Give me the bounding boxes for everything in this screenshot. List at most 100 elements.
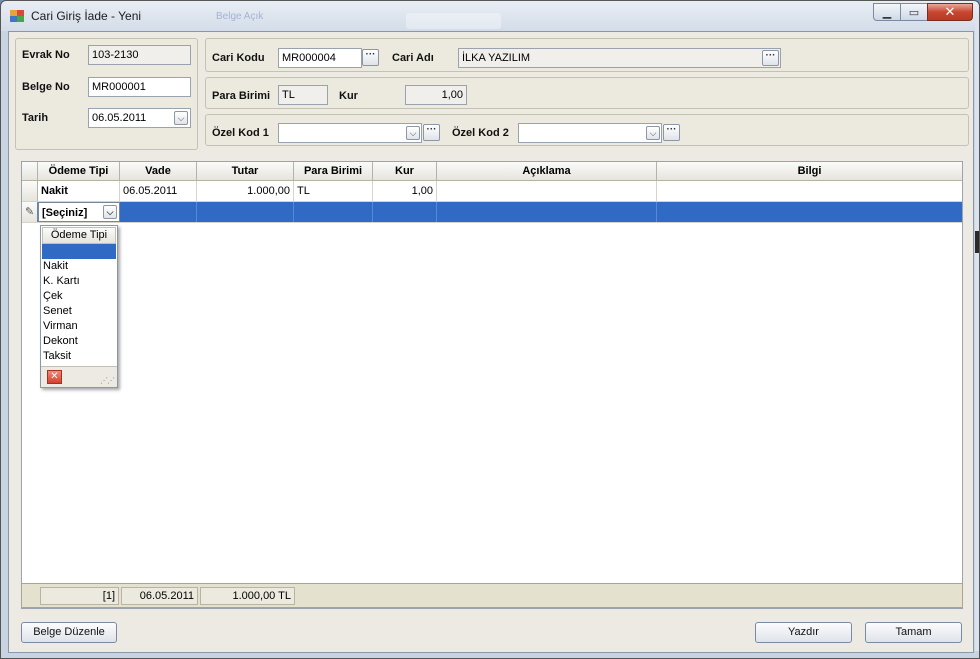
resize-grip-icon[interactable]: ⋰⋰ [100, 376, 115, 385]
chevron-down-icon: ⌵ [177, 113, 185, 123]
close-icon: ✕ [944, 4, 956, 19]
right-edge-marker [975, 231, 979, 253]
belge-no-field[interactable]: MR000001 [88, 77, 191, 97]
col-aciklama[interactable]: Açıklama [437, 162, 657, 180]
minimize-button[interactable]: ▁ [873, 3, 901, 21]
summary-vade: 06.05.2011 [121, 587, 198, 605]
cell-para-birimi-edit[interactable] [294, 202, 373, 222]
evrak-no-label: Evrak No [22, 49, 70, 61]
special-code-panel: Özel Kod 1 ⌵ ··· Özel Kod 2 ⌵ ··· [205, 114, 969, 146]
cell-tutar-edit[interactable] [197, 202, 294, 222]
chevron-down-icon: ⌵ [409, 128, 417, 138]
dropdown-header: Ödeme Tipi [42, 227, 116, 244]
cell-odeme-tipi[interactable]: Nakit [38, 181, 120, 201]
cell-vade-edit[interactable] [120, 202, 197, 222]
window-title: Cari Giriş İade - Yeni [31, 9, 142, 23]
row-indicator-header [22, 162, 38, 180]
client-area: Evrak No 103-2130 Belge No MR000001 Tari… [8, 31, 974, 653]
tarih-dropdown-button[interactable]: ⌵ [174, 111, 188, 125]
app-icon [10, 10, 24, 22]
dropdown-footer: ✕ ⋰⋰ [41, 366, 117, 387]
dropdown-item-dekont[interactable]: Dekont [43, 334, 78, 349]
col-para-birimi[interactable]: Para Birimi [294, 162, 373, 180]
dropdown-item-virman[interactable]: Virman [43, 319, 78, 334]
col-tutar[interactable]: Tutar [197, 162, 294, 180]
summary-bar: [1] 06.05.2011 1.000,00 TL [21, 583, 963, 608]
ozel-kod-2-combo[interactable]: ⌵ [518, 123, 662, 143]
dropdown-item-cek[interactable]: Çek [43, 289, 63, 304]
cari-panel: Cari Kodu MR000004 ··· Cari Adı İLKA YAZ… [205, 38, 969, 72]
kur-field: 1,00 [405, 85, 467, 105]
ozel-kod-2-label: Özel Kod 2 [452, 127, 509, 139]
maximize-button[interactable]: ▭ [900, 3, 928, 21]
ozel-kod-2-browse-button[interactable]: ··· [663, 124, 680, 141]
cell-vade[interactable]: 06.05.2011 [120, 181, 197, 201]
close-button[interactable]: ✕ [927, 3, 973, 21]
payment-grid[interactable]: Ödeme Tipi Vade Tutar Para Birimi Kur Aç… [21, 161, 963, 609]
para-birimi-field: TL [278, 85, 328, 105]
chevron-down-icon: ⌵ [106, 207, 114, 217]
summary-count: [1] [40, 587, 119, 605]
title-bar[interactable]: Cari Giriş İade - Yeni Belge Açık ▁ ▭ ✕ [1, 1, 979, 31]
tamam-button[interactable]: Tamam [865, 622, 962, 643]
dropdown-clear-button[interactable]: ✕ [47, 370, 62, 384]
cell-aciklama-edit[interactable] [437, 202, 657, 222]
ellipsis-icon: ··· [426, 124, 437, 135]
table-row[interactable]: Nakit 06.05.2011 1.000,00 TL 1,00 [22, 181, 962, 202]
evrak-no-field: 103-2130 [88, 45, 191, 65]
col-kur[interactable]: Kur [373, 162, 437, 180]
row-indicator-edit: ✎ [22, 202, 38, 222]
chevron-down-icon: ⌵ [649, 128, 657, 138]
belge-duzenle-button[interactable]: Belge Düzenle [21, 622, 117, 643]
ellipsis-icon: ··· [765, 50, 776, 61]
row-indicator [22, 181, 38, 201]
odeme-tipi-dropdown: Ödeme Tipi Nakit K. Kartı Çek Senet Virm… [40, 225, 118, 388]
ellipsis-icon: ··· [365, 49, 376, 60]
summary-tutar: 1.000,00 TL [200, 587, 295, 605]
col-vade[interactable]: Vade [120, 162, 197, 180]
cari-kodu-browse-button[interactable]: ··· [362, 49, 379, 66]
cell-kur-edit[interactable] [373, 202, 437, 222]
dropdown-item-nakit[interactable]: Nakit [43, 259, 68, 274]
ozel-kod-1-dropdown-button[interactable]: ⌵ [406, 126, 420, 140]
cell-bilgi[interactable] [657, 181, 962, 201]
cari-kodu-label: Cari Kodu [212, 52, 265, 64]
cari-adi-browse-button[interactable]: ··· [762, 50, 779, 66]
pencil-icon: ✎ [25, 206, 35, 218]
close-icon: ✕ [50, 371, 59, 382]
cell-kur[interactable]: 1,00 [373, 181, 437, 201]
dropdown-empty-item[interactable] [42, 244, 116, 259]
ozel-kod-2-dropdown-button[interactable]: ⌵ [646, 126, 660, 140]
odeme-tipi-dropdown-button[interactable]: ⌵ [103, 205, 117, 219]
background-window-text: Belge Açık [216, 11, 264, 22]
tarih-value: 06.05.2011 [92, 112, 147, 124]
right-edge-bar [975, 21, 979, 651]
cell-tutar[interactable]: 1.000,00 [197, 181, 294, 201]
dropdown-item-senet[interactable]: Senet [43, 304, 72, 319]
cari-kodu-field[interactable]: MR000004 [278, 48, 362, 68]
tarih-date-picker[interactable]: 06.05.2011 ⌵ [88, 108, 191, 128]
cari-adi-label: Cari Adı [392, 52, 434, 64]
ellipsis-icon: ··· [666, 124, 677, 135]
belge-no-label: Belge No [22, 81, 70, 93]
ozel-kod-1-label: Özel Kod 1 [212, 127, 269, 139]
dropdown-item-kredi-karti[interactable]: K. Kartı [43, 274, 80, 289]
kur-label: Kur [339, 90, 358, 102]
grid-header: Ödeme Tipi Vade Tutar Para Birimi Kur Aç… [22, 162, 962, 181]
odeme-tipi-editor[interactable]: [Seçiniz] ⌵ [38, 202, 120, 222]
background-window-button [406, 13, 501, 29]
cell-para-birimi[interactable]: TL [294, 181, 373, 201]
document-panel: Evrak No 103-2130 Belge No MR000001 Tari… [15, 38, 198, 150]
cell-bilgi-edit[interactable] [657, 202, 962, 222]
ozel-kod-1-browse-button[interactable]: ··· [423, 124, 440, 141]
cell-aciklama[interactable] [437, 181, 657, 201]
para-birimi-label: Para Birimi [212, 90, 271, 102]
dropdown-item-taksit[interactable]: Taksit [43, 349, 71, 364]
window-controls: ▁ ▭ ✕ [873, 3, 973, 21]
col-bilgi[interactable]: Bilgi [657, 162, 962, 180]
cari-adi-field: İLKA YAZILIM [458, 48, 781, 68]
table-row-editing[interactable]: ✎ [Seçiniz] ⌵ [22, 202, 962, 223]
yazdir-button[interactable]: Yazdır [755, 622, 852, 643]
ozel-kod-1-combo[interactable]: ⌵ [278, 123, 422, 143]
col-odeme-tipi[interactable]: Ödeme Tipi [38, 162, 120, 180]
